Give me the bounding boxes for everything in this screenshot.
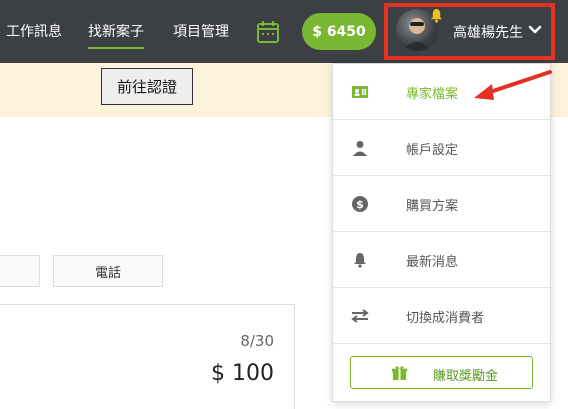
dropdown-item-label: 購買方案 bbox=[406, 199, 459, 214]
nav-project-management[interactable]: 項目管理 bbox=[173, 21, 229, 41]
notification-bell-icon[interactable] bbox=[429, 8, 444, 23]
dropdown-item-label: 專家檔案 bbox=[406, 87, 459, 102]
dollar-icon: $ bbox=[352, 196, 368, 212]
dropdown-item-label: 最新消息 bbox=[406, 255, 459, 270]
gift-icon bbox=[391, 366, 408, 381]
user-menu-toggle[interactable]: 高雄楊先生 bbox=[384, 3, 555, 60]
dropdown-item-label: 帳戶設定 bbox=[406, 143, 459, 158]
balance-badge[interactable]: $ 6450 bbox=[302, 13, 376, 50]
dropdown-item-purchase-plan[interactable]: $ 購買方案 bbox=[333, 176, 550, 232]
user-icon bbox=[353, 141, 367, 156]
svg-text:$: $ bbox=[356, 198, 364, 211]
dropdown-item-label: 切換成消費者 bbox=[406, 311, 485, 326]
user-dropdown-menu: 專家檔案 帳戶設定 $ 購買方案 最新消息 切換成消費者 賺取獎勵金 bbox=[332, 63, 551, 402]
annotation-arrow-icon bbox=[474, 70, 552, 100]
chevron-down-icon bbox=[528, 25, 542, 34]
earn-reward-button[interactable]: 賺取獎勵金 bbox=[350, 356, 533, 389]
dropdown-item-switch-consumer[interactable]: 切換成消費者 bbox=[333, 288, 550, 344]
top-navbar: 工作訊息 找新案子 項目管理 $ 6450 高雄楊先生 bbox=[0, 0, 568, 63]
project-card[interactable]: 8/30 $ 100 bbox=[0, 304, 295, 409]
dropdown-item-account-settings[interactable]: 帳戶設定 bbox=[333, 120, 550, 176]
username: 高雄楊先生 bbox=[453, 25, 523, 41]
nav-find-projects[interactable]: 找新案子 bbox=[88, 21, 144, 49]
id-card-icon bbox=[352, 86, 368, 98]
form-field[interactable] bbox=[0, 255, 40, 287]
calendar-icon[interactable] bbox=[256, 20, 280, 44]
nav-work-messages[interactable]: 工作訊息 bbox=[6, 21, 62, 41]
bell-icon bbox=[354, 253, 366, 268]
phone-field[interactable]: 電話 bbox=[53, 255, 163, 287]
go-verify-button[interactable]: 前往認證 bbox=[101, 68, 193, 105]
swap-icon bbox=[351, 309, 369, 323]
dropdown-item-latest-news[interactable]: 最新消息 bbox=[333, 232, 550, 288]
card-price: $ 100 bbox=[211, 361, 274, 386]
card-date: 8/30 bbox=[240, 332, 274, 350]
earn-reward-label: 賺取獎勵金 bbox=[433, 369, 499, 384]
